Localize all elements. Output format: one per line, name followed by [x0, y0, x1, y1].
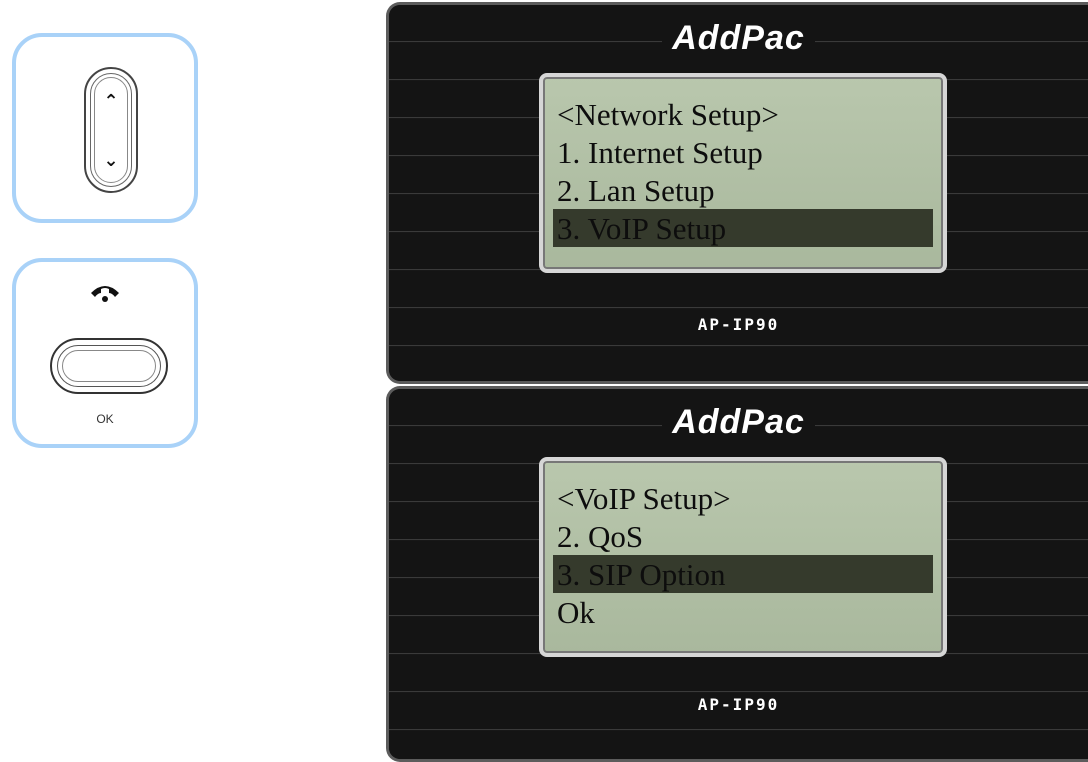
brand-logo: AddPac — [389, 403, 1088, 442]
ok-button[interactable] — [50, 338, 168, 394]
phone-handset-svg — [91, 286, 119, 302]
lcd-screen: <VoIP Setup> 2. QoS 3. SIP Option Ok — [539, 457, 947, 657]
brand-text: AddPac — [662, 19, 815, 57]
menu-item-ok[interactable]: Ok — [553, 593, 933, 631]
brand-logo: AddPac — [389, 19, 1088, 58]
model-label: AP-IP90 — [697, 315, 780, 334]
chevron-up-icon[interactable]: ⌃ — [103, 91, 118, 112]
phone-panel-voip-setup: AddPac <VoIP Setup> 2. QoS 3. SIP Option… — [386, 386, 1088, 762]
menu-item-voip-setup-selected[interactable]: 3. VoIP Setup — [553, 209, 933, 247]
lcd-screen: <Network Setup> 1. Internet Setup 2. Lan… — [539, 73, 947, 273]
ok-label: OK — [96, 412, 114, 426]
menu-title: <VoIP Setup> — [557, 481, 731, 516]
chevron-down-icon[interactable]: ⌄ — [103, 150, 118, 171]
menu-item-sip-option-selected[interactable]: 3. SIP Option — [553, 555, 933, 593]
up-down-navigation-key[interactable]: ⌃ ⌄ — [84, 67, 138, 193]
menu-item-lan-setup[interactable]: 2. Lan Setup — [553, 171, 933, 209]
ok-button-inner-ring — [62, 350, 156, 382]
menu-item-qos[interactable]: 2. QoS — [553, 517, 933, 555]
brand-text: AddPac — [662, 403, 815, 441]
ok-key-card: OK — [12, 258, 198, 448]
navigation-key-card: ⌃ ⌄ — [12, 33, 198, 223]
phone-panel-network-setup: AddPac <Network Setup> 1. Internet Setup… — [386, 2, 1088, 384]
menu-item-internet-setup[interactable]: 1. Internet Setup — [553, 133, 933, 171]
model-label: AP-IP90 — [697, 695, 780, 714]
phone-handset-icon — [16, 280, 194, 310]
menu-title: <Network Setup> — [557, 97, 779, 132]
